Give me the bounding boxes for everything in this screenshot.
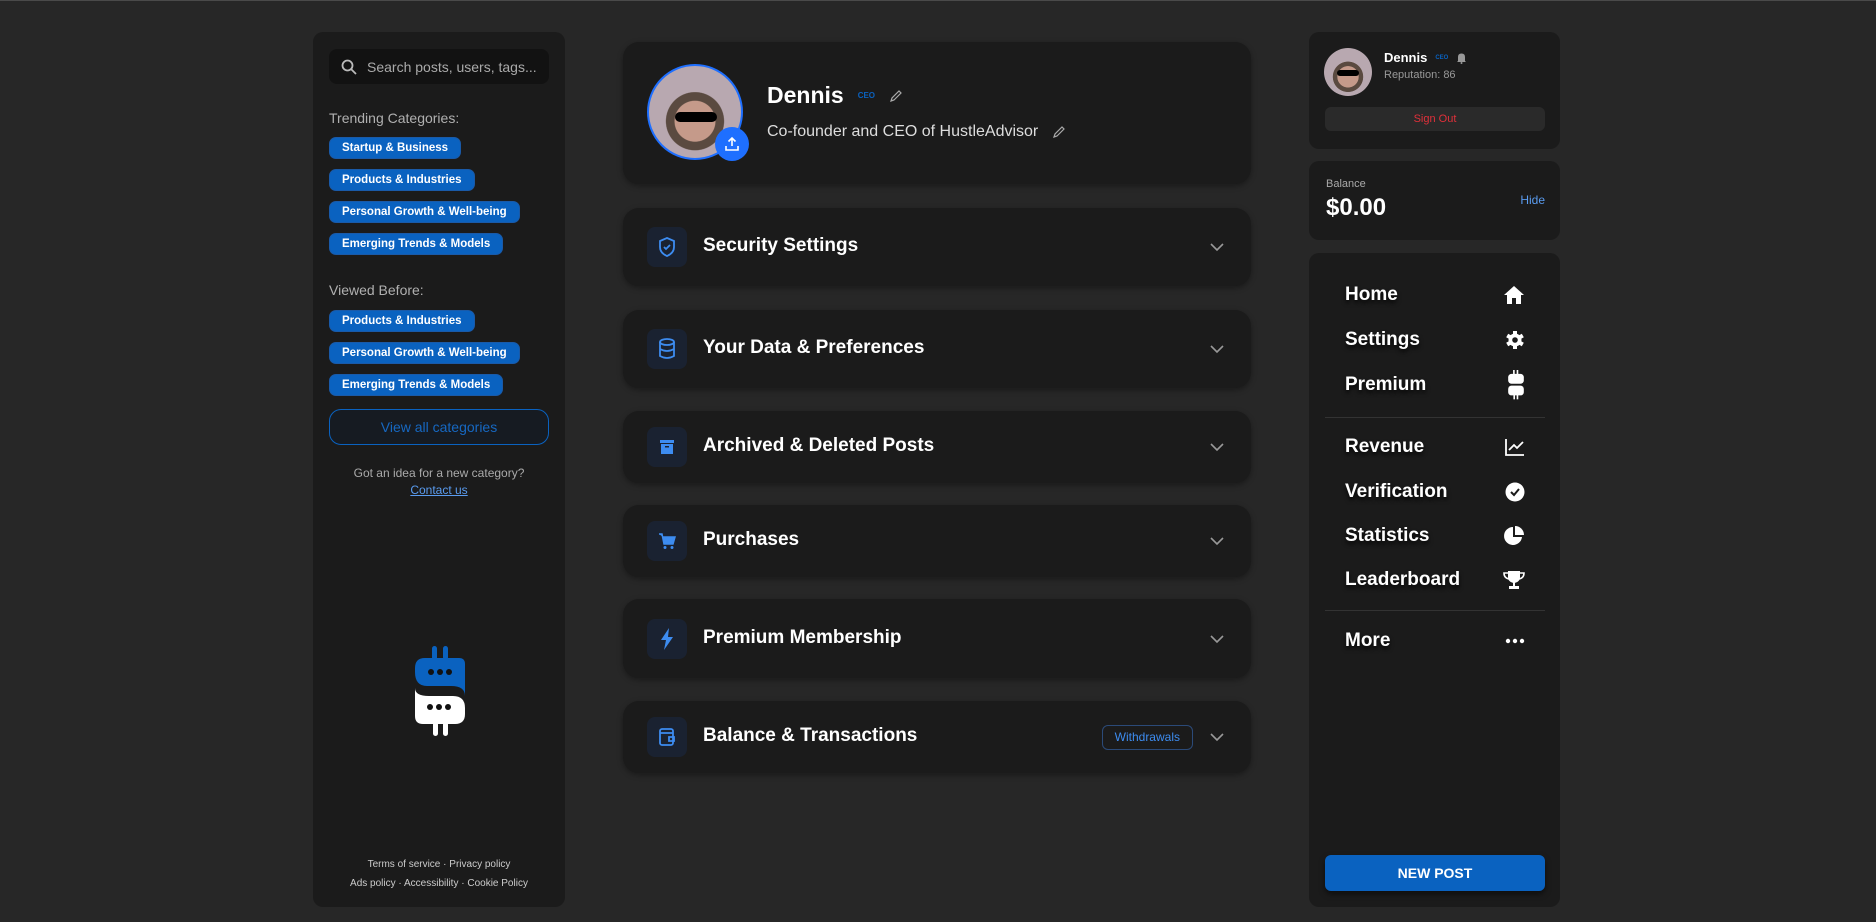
- section-title: Archived & Deleted Posts: [703, 435, 935, 456]
- nav-label: Premium: [1345, 374, 1427, 395]
- section-title: Balance & Transactions: [703, 725, 918, 746]
- section-title: Purchases: [703, 529, 800, 550]
- bell-icon[interactable]: [1456, 52, 1467, 64]
- trophy-icon: [1503, 571, 1525, 589]
- withdrawals-button[interactable]: Withdrawals: [1101, 725, 1193, 750]
- pie-chart-icon: [1504, 526, 1524, 545]
- privacy-link[interactable]: Privacy policy: [449, 859, 510, 870]
- balance-card: Balance $0.00 Hide: [1309, 161, 1560, 240]
- nav-label: Home: [1345, 284, 1398, 305]
- user-name: Dennis: [1384, 50, 1428, 65]
- trending-label: Trending Categories:: [329, 110, 460, 126]
- viewed-chip[interactable]: Products & Industries: [329, 310, 475, 332]
- trending-chip[interactable]: Emerging Trends & Models: [329, 233, 504, 255]
- nav-verification[interactable]: Verification: [1345, 477, 1525, 507]
- contact-us-link[interactable]: Contact us: [410, 483, 467, 497]
- view-all-categories-button[interactable]: View all categories: [329, 409, 549, 445]
- section-title: Premium Membership: [703, 627, 902, 648]
- wallet-icon: [647, 717, 687, 757]
- balance-transactions-section[interactable]: Balance & Transactions Withdrawals: [623, 701, 1251, 773]
- logo-icon: [415, 646, 465, 736]
- nav-divider: [1325, 417, 1545, 418]
- separator: ·: [398, 878, 402, 889]
- viewed-chip[interactable]: Personal Growth & Well-being: [329, 342, 520, 364]
- nav-label: Leaderboard: [1345, 569, 1461, 590]
- user-card: Dennis CEO Reputation: 86 Sign Out: [1309, 32, 1560, 149]
- nav-leaderboard[interactable]: Leaderboard: [1345, 565, 1525, 595]
- nav-panel: Home Settings Premium Revenue Verificati…: [1309, 253, 1560, 907]
- terms-link[interactable]: Terms of service: [368, 859, 441, 870]
- nav-home[interactable]: Home: [1345, 280, 1525, 310]
- nav-label: Verification: [1345, 481, 1448, 502]
- chevron-down-icon[interactable]: [1209, 536, 1225, 546]
- nav-settings[interactable]: Settings: [1345, 325, 1525, 355]
- ceo-badge: CEO: [1435, 54, 1449, 61]
- chevron-down-icon[interactable]: [1209, 344, 1225, 354]
- section-title: Your Data & Preferences: [703, 337, 925, 358]
- edit-name-icon[interactable]: [889, 89, 903, 103]
- hide-balance-button[interactable]: Hide: [1520, 193, 1545, 207]
- premium-membership-section[interactable]: Premium Membership: [623, 599, 1251, 678]
- search-placeholder: Search posts, users, tags...: [367, 58, 537, 75]
- nav-divider: [1325, 610, 1545, 611]
- premium-logo-icon: [1508, 370, 1524, 400]
- upload-icon: [725, 136, 739, 151]
- trending-chip[interactable]: Products & Industries: [329, 169, 475, 191]
- balance-label: Balance: [1326, 178, 1366, 190]
- separator: ·: [443, 859, 447, 870]
- separator: ·: [461, 878, 465, 889]
- search-input[interactable]: Search posts, users, tags...: [329, 49, 549, 84]
- nav-more[interactable]: More: [1345, 626, 1525, 656]
- chevron-down-icon[interactable]: [1209, 634, 1225, 644]
- chevron-down-icon[interactable]: [1209, 732, 1225, 742]
- profile-name: Dennis: [767, 82, 844, 108]
- search-icon: [341, 59, 357, 75]
- ads-policy-link[interactable]: Ads policy: [350, 878, 396, 889]
- gear-icon: [1506, 331, 1524, 349]
- nav-label: Settings: [1345, 329, 1420, 350]
- lightning-icon: [647, 619, 687, 659]
- idea-text: Got an idea for a new category?: [353, 466, 525, 480]
- database-icon: [647, 329, 687, 369]
- user-avatar[interactable]: [1324, 48, 1372, 96]
- trending-chip[interactable]: Startup & Business: [329, 137, 462, 159]
- nav-premium[interactable]: Premium: [1345, 370, 1525, 400]
- cart-icon: [647, 521, 687, 561]
- reputation: Reputation: 86: [1384, 69, 1456, 81]
- more-dots-icon: [1505, 638, 1525, 644]
- data-preferences-section[interactable]: Your Data & Preferences: [623, 310, 1251, 388]
- security-settings-section[interactable]: Security Settings: [623, 208, 1251, 286]
- shield-check-icon: [647, 227, 687, 267]
- profile-bio: Co-founder and CEO of HustleAdvisor: [767, 123, 1039, 140]
- ceo-badge: CEO: [857, 91, 876, 100]
- nav-label: More: [1345, 630, 1391, 651]
- nav-label: Revenue: [1345, 436, 1425, 457]
- nav-revenue[interactable]: Revenue: [1345, 432, 1525, 462]
- check-circle-icon: [1505, 482, 1525, 502]
- balance-amount: $0.00: [1326, 194, 1387, 221]
- new-post-button[interactable]: NEW POST: [1325, 855, 1545, 891]
- archive-icon: [647, 427, 687, 467]
- sign-out-button[interactable]: Sign Out: [1325, 107, 1545, 131]
- accessibility-link[interactable]: Accessibility: [404, 878, 458, 889]
- left-sidebar: Search posts, users, tags... Trending Ca…: [313, 32, 565, 907]
- viewed-chip[interactable]: Emerging Trends & Models: [329, 374, 504, 396]
- purchases-section[interactable]: Purchases: [623, 505, 1251, 577]
- upload-avatar-button[interactable]: [715, 127, 749, 161]
- cookie-policy-link[interactable]: Cookie Policy: [467, 878, 528, 889]
- section-title: Security Settings: [703, 235, 859, 256]
- nav-label: Statistics: [1345, 525, 1430, 546]
- edit-bio-icon[interactable]: [1052, 125, 1066, 139]
- chevron-down-icon[interactable]: [1209, 242, 1225, 252]
- viewed-label: Viewed Before:: [329, 282, 424, 298]
- profile-card: Dennis CEO Co-founder and CEO of HustleA…: [623, 42, 1251, 184]
- trending-chip[interactable]: Personal Growth & Well-being: [329, 201, 520, 223]
- home-icon: [1504, 286, 1524, 304]
- nav-statistics[interactable]: Statistics: [1345, 521, 1525, 551]
- chart-line-icon: [1505, 439, 1524, 456]
- archived-posts-section[interactable]: Archived & Deleted Posts: [623, 411, 1251, 483]
- chevron-down-icon[interactable]: [1209, 442, 1225, 452]
